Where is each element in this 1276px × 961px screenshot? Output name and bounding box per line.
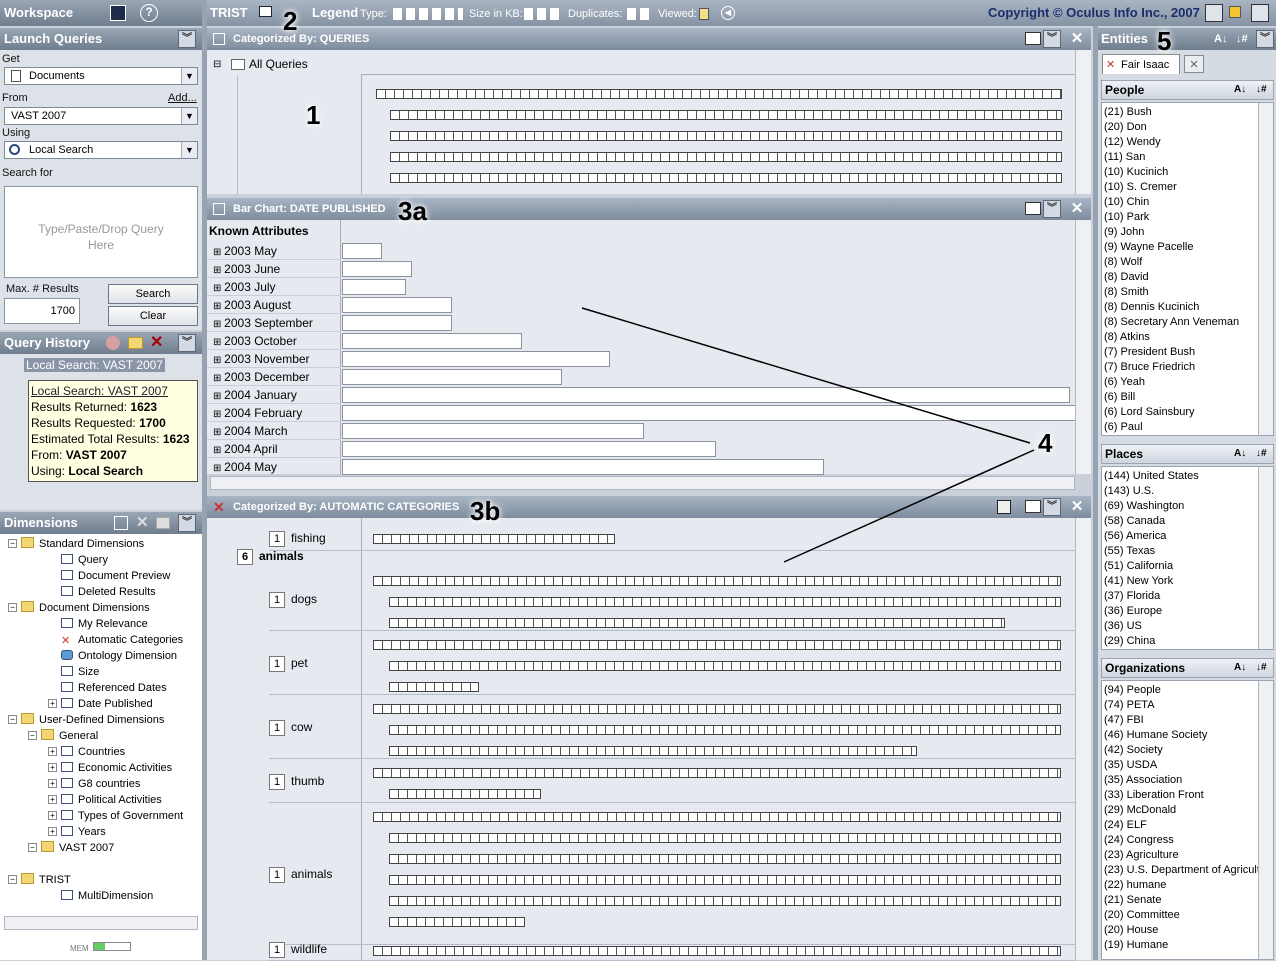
annotation-lines	[581, 307, 1035, 563]
annotation-line	[783, 449, 1035, 563]
annotation-line	[581, 307, 1031, 444]
